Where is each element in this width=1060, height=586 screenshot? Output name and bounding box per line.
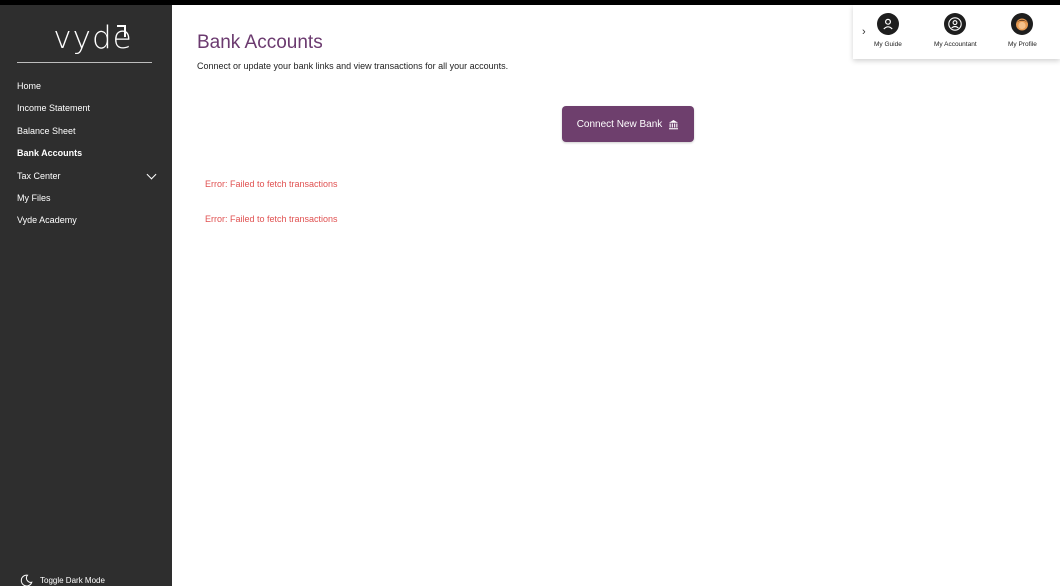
sidebar-item-label: Tax Center [17, 170, 61, 181]
chevron-down-icon [146, 169, 157, 180]
connect-new-bank-label: Connect New Bank [576, 118, 663, 130]
my-profile-button[interactable]: My Profile [1008, 13, 1037, 48]
bank-icon [668, 119, 679, 130]
my-accountant-button[interactable]: My Accountant [934, 13, 977, 48]
accountant-icon [944, 13, 967, 35]
person-icon [876, 13, 899, 35]
vyde-logo[interactable]: vyde [28, 19, 158, 57]
main-content: Bank Accounts Connect or update your ban… [172, 0, 1060, 586]
sidebar-item-my-files[interactable]: My Files [0, 187, 172, 209]
sidebar-item-balance-sheet[interactable]: Balance Sheet [0, 120, 172, 142]
page-title: Bank Accounts [197, 32, 323, 53]
logo-divider [17, 62, 152, 63]
chevron-right-icon[interactable]: › [862, 26, 866, 38]
sidebar-item-bank-accounts[interactable]: Bank Accounts [0, 142, 172, 164]
error-message: Error: Failed to fetch transactions [205, 214, 338, 224]
app: vyde Home Income Statement Balance Sheet… [0, 0, 1060, 586]
toggle-dark-mode-button[interactable]: Toggle Dark Mode [20, 572, 105, 586]
my-accountant-label: My Accountant [934, 41, 977, 48]
my-guide-label: My Guide [874, 41, 902, 48]
connect-new-bank-button[interactable]: Connect New Bank [562, 106, 694, 142]
sidebar: vyde Home Income Statement Balance Sheet… [0, 0, 172, 586]
my-profile-label: My Profile [1008, 41, 1037, 48]
sidebar-item-income-statement[interactable]: Income Statement [0, 97, 172, 119]
toggle-dark-mode-label: Toggle Dark Mode [40, 575, 105, 585]
error-message: Error: Failed to fetch transactions [205, 179, 338, 189]
moon-icon [20, 574, 33, 586]
sidebar-item-home[interactable]: Home [0, 75, 172, 97]
sidebar-item-vyde-academy[interactable]: Vyde Academy [0, 209, 172, 231]
top-right-panel: › My Guide My Accountant My Profile [853, 5, 1060, 59]
page-subtitle: Connect or update your bank links and vi… [197, 61, 509, 71]
logo-mark-icon [117, 25, 126, 37]
my-guide-button[interactable]: My Guide [874, 13, 902, 48]
sidebar-nav: Home Income Statement Balance Sheet Bank… [0, 75, 172, 232]
sidebar-item-tax-center[interactable]: Tax Center [0, 165, 172, 187]
avatar-icon [1011, 13, 1034, 35]
